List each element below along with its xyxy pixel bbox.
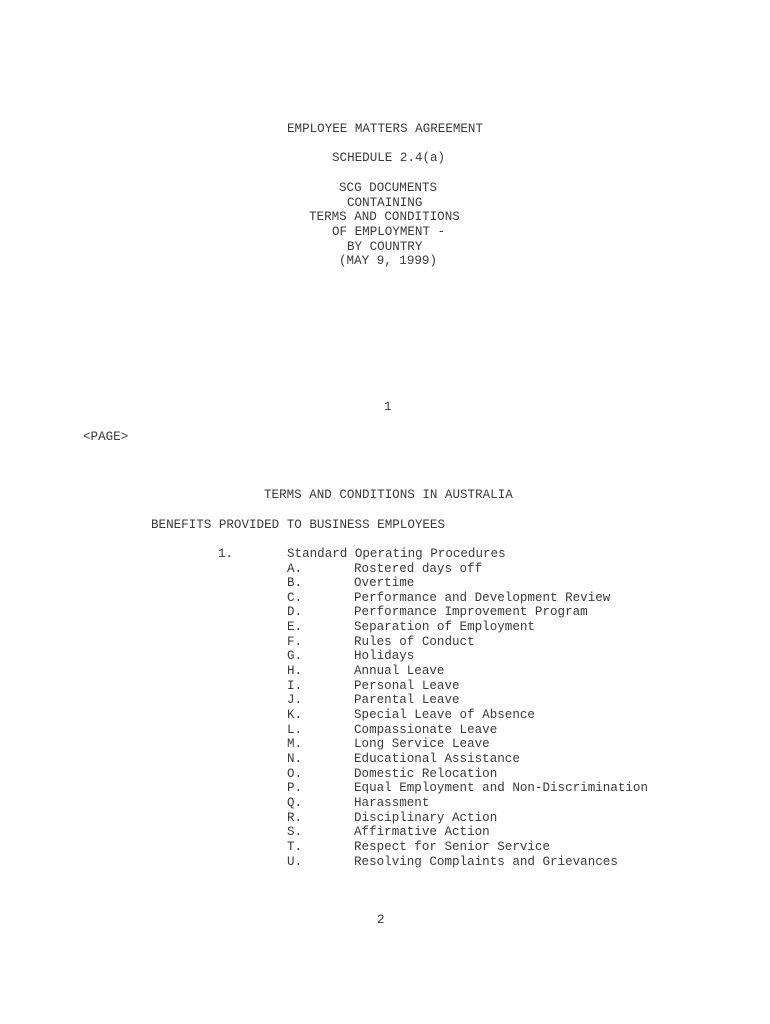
- section-number: 1.: [218, 547, 234, 561]
- subtitle-line: CONTAINING: [347, 195, 423, 210]
- document-title: EMPLOYEE MATTERS AGREEMENT: [287, 122, 484, 136]
- list-item-text: Personal Leave: [354, 678, 460, 693]
- list-item-text: Long Service Leave: [354, 737, 490, 752]
- list-item-letter: T.: [287, 839, 303, 854]
- list-item-text: Equal Employment and Non-Discrimination: [354, 781, 649, 796]
- subtitle-line: SCG DOCUMENTS: [339, 181, 438, 195]
- list-item-letter: H.: [287, 664, 303, 679]
- list-item-letter: Q.: [287, 795, 303, 810]
- list-item-text: Annual Leave: [354, 664, 445, 679]
- list-item-text: Rostered days off: [354, 561, 483, 576]
- list-item-letter: J.: [287, 693, 303, 708]
- list-item-text: Performance Improvement Program: [354, 605, 588, 620]
- page-number: 2: [377, 913, 385, 927]
- list-item-text: Special Leave of Absence: [354, 708, 535, 722]
- list-item-text: Resolving Complaints and Grievances: [354, 854, 618, 869]
- list-item-text: Rules of Conduct: [354, 634, 475, 649]
- list-item-text: Parental Leave: [354, 693, 460, 708]
- list-item-text: Educational Assistance: [354, 751, 520, 766]
- list-item-letter: A.: [287, 561, 303, 576]
- list-item-letter: M.: [287, 737, 303, 752]
- list-item-letter: N.: [287, 751, 303, 766]
- list-item-text: Respect for Senior Service: [354, 839, 551, 854]
- section-heading: TERMS AND CONDITIONS IN AUSTRALIA: [264, 488, 513, 502]
- page-break-marker: <PAGE>: [83, 430, 129, 444]
- list-item-letter: C.: [287, 590, 303, 605]
- list-item-text: Disciplinary Action: [354, 810, 498, 825]
- list-item-letter: D.: [287, 605, 303, 620]
- list-item-letter: G.: [287, 649, 303, 664]
- list-item-text: Overtime: [354, 576, 415, 591]
- subtitle-line: BY COUNTRY: [347, 239, 423, 254]
- section-subheading: BENEFITS PROVIDED TO BUSINESS EMPLOYEES: [151, 517, 446, 532]
- section-title: Standard Operating Procedures: [287, 547, 506, 561]
- page-number: 1: [384, 400, 392, 414]
- schedule-label: SCHEDULE 2.4(a): [332, 151, 446, 165]
- list-item-letter: F.: [287, 634, 303, 649]
- list-item-text: Holidays: [354, 649, 415, 664]
- list-item-letter: K.: [287, 708, 303, 722]
- list-item-letter: S.: [287, 825, 303, 840]
- list-item-letter: E.: [287, 620, 303, 635]
- list-item-letter: B.: [287, 576, 303, 591]
- list-item-text: Affirmative Action: [354, 825, 490, 840]
- subtitle-line: (MAY 9, 1999): [339, 254, 438, 269]
- list-item-text: Performance and Development Review: [354, 590, 611, 605]
- list-item-text: Compassionate Leave: [354, 722, 498, 737]
- list-item-letter: U.: [287, 854, 303, 869]
- list-item-letter: I.: [287, 678, 303, 693]
- list-item-letter: L.: [287, 722, 303, 737]
- list-item-letter: O.: [287, 766, 303, 781]
- list-item-text: Domestic Relocation: [354, 766, 498, 781]
- list-item-letter: P.: [287, 781, 303, 796]
- list-item-text: Separation of Employment: [354, 620, 535, 635]
- list-item-text: Harassment: [354, 795, 430, 810]
- subtitle-line: OF EMPLOYMENT -: [332, 225, 446, 239]
- list-item-letter: R.: [287, 810, 303, 825]
- subtitle-line: TERMS AND CONDITIONS: [309, 210, 460, 225]
